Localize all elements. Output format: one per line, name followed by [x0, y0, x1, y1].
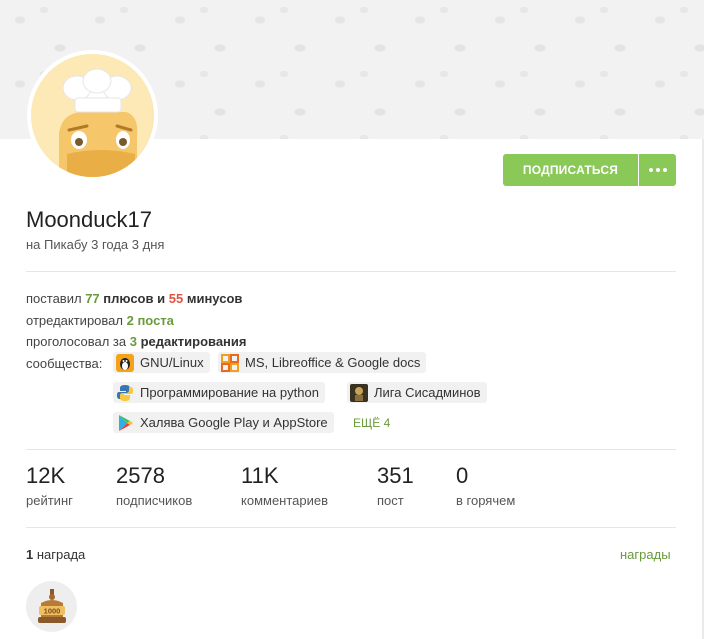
stat-rating-value: 12K — [26, 463, 66, 488]
account-age: на Пикабу 3 года 3 дня — [26, 237, 165, 252]
award-medal[interactable]: 1000 — [26, 581, 77, 632]
stat-hot-label[interactable]: в горячем — [456, 493, 515, 508]
stat-comments-value[interactable]: 11K — [241, 463, 279, 489]
community-tag[interactable]: Программирование на python — [113, 382, 325, 403]
avatar[interactable] — [27, 50, 158, 181]
divider — [26, 271, 676, 272]
community-tag[interactable]: Лига Сисадминов — [347, 382, 487, 403]
divider — [26, 527, 676, 528]
awards-title: 1 награда — [26, 547, 85, 562]
awards-count-word: награда — [36, 547, 86, 562]
stat-hot-value[interactable]: 0 — [456, 463, 468, 489]
more-communities-link[interactable]: ЕЩЁ 4 — [353, 416, 390, 430]
communities-label: сообщества: — [26, 356, 103, 371]
sysadmin-icon — [350, 383, 368, 402]
subscribe-button[interactable]: ПОДПИСАТЬСЯ — [503, 154, 638, 186]
community-tag[interactable]: GNU/Linux — [113, 352, 210, 373]
medal-1000-icon: 1000 — [37, 588, 66, 623]
username: Moonduck17 — [26, 207, 152, 232]
awards-count: 1 — [26, 547, 34, 562]
community-tag[interactable]: Халява Google Play и AppStore — [113, 412, 334, 433]
office-icon — [221, 353, 239, 372]
dot-icon — [648, 168, 653, 172]
chef-duck-icon — [31, 54, 153, 177]
stat-subscribers-value[interactable]: 2578 — [116, 463, 165, 489]
awards-link[interactable]: награды — [620, 547, 671, 562]
voted-edits-line: проголосовал за 3 редактирования — [26, 334, 247, 349]
votes-line: поставил 77 плюсов и 55 минусов — [26, 291, 243, 306]
python-icon — [117, 384, 133, 401]
play-store-icon — [119, 414, 133, 431]
stat-posts-value[interactable]: 351 — [377, 463, 414, 489]
stat-subscribers-label[interactable]: подписчиков — [116, 493, 192, 508]
stat-rating-label: рейтинг — [26, 493, 73, 508]
edits-link[interactable]: 2 поста — [127, 313, 174, 328]
dot-icon — [662, 168, 667, 172]
stat-posts-label[interactable]: пост — [377, 493, 404, 508]
community-tag[interactable]: MS, Libreoffice & Google docs — [218, 352, 427, 373]
edits-line: отредактировал 2 поста — [26, 313, 174, 328]
more-options-button[interactable] — [639, 154, 676, 186]
dot-icon — [655, 168, 660, 172]
tux-icon — [116, 353, 134, 372]
stat-comments-label[interactable]: комментариев — [241, 493, 328, 508]
medal-text: 1000 — [43, 606, 60, 615]
divider — [26, 449, 676, 450]
avatar-image — [31, 54, 154, 177]
